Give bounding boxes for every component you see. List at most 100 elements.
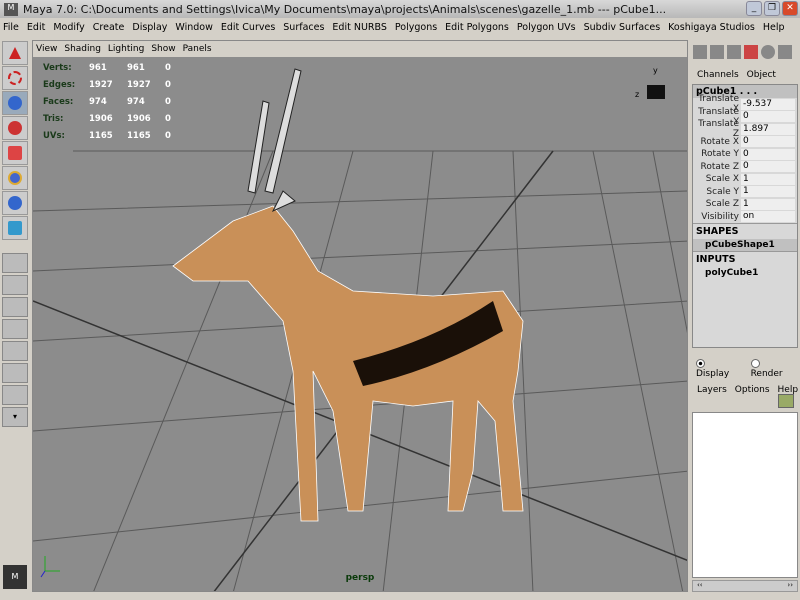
paint-select-tool-icon[interactable] [2, 91, 28, 115]
menu-help[interactable]: Help [763, 22, 785, 33]
stat-value: 0 [165, 79, 171, 90]
last-tool-icon[interactable] [2, 216, 28, 240]
menu-file[interactable]: File [3, 22, 19, 33]
channel-value[interactable]: 0 [741, 136, 795, 148]
menu-polygons[interactable]: Polygons [395, 22, 437, 33]
layout-graph-icon[interactable] [2, 341, 28, 361]
layout-outliner-icon[interactable] [2, 319, 28, 339]
stat-value: 974 [127, 96, 145, 107]
channel-name: Scale Z [705, 199, 739, 210]
stat-row-uvs: UVs: 1165 1165 0 [43, 127, 203, 144]
menu-modify[interactable]: Modify [53, 22, 84, 33]
channel-value[interactable]: 0 [741, 161, 795, 173]
minimize-button[interactable]: _ [746, 1, 762, 16]
channel-value[interactable]: 1 [741, 186, 795, 198]
channel-scale-z[interactable]: Scale Z1 [693, 198, 797, 211]
options-menu[interactable]: Options [735, 385, 770, 395]
channel-name: Scale X [705, 174, 739, 185]
attribute-editor-icon[interactable] [744, 45, 758, 59]
horizontal-scrollbar[interactable]: ‹‹ ›› [692, 580, 798, 592]
channel-box-icon[interactable] [693, 45, 707, 59]
select-tool-icon[interactable] [2, 41, 28, 65]
channel-value[interactable]: on [741, 211, 795, 223]
menu-edit-nurbs[interactable]: Edit NURBS [332, 22, 386, 33]
channel-value[interactable]: 0 [741, 111, 795, 123]
stat-value: 974 [89, 96, 107, 107]
input-node[interactable]: polyCube1 [693, 267, 797, 279]
stat-row-tris: Tris: 1906 1906 0 [43, 110, 203, 127]
menu-edit-polygons[interactable]: Edit Polygons [445, 22, 509, 33]
restore-button[interactable]: ❐ [764, 1, 780, 16]
menu-edit[interactable]: Edit [27, 22, 45, 33]
channel-value[interactable]: 1 [741, 198, 795, 210]
poly-count-hud: Verts: 961 961 0 Edges: 1927 1927 0 Faces: 974 9… [43, 59, 203, 144]
scale-tool-icon[interactable] [2, 166, 28, 190]
panel-menu-lighting[interactable]: Lighting [108, 44, 144, 54]
stat-value: 1927 [89, 79, 113, 90]
menu-create[interactable]: Create [93, 22, 125, 33]
channel-toolbar [690, 40, 800, 64]
stat-label: Tris: [43, 113, 64, 124]
stat-value: 1906 [127, 113, 151, 124]
menu-window[interactable]: Window [175, 22, 212, 33]
shape-node[interactable]: pCubeShape1 [693, 239, 797, 251]
menu-edit-curves[interactable]: Edit Curves [221, 22, 275, 33]
layout-hypershade-icon[interactable] [2, 363, 28, 383]
tool-settings-icon[interactable] [761, 45, 775, 59]
channel-rotate-x[interactable]: Rotate X0 [693, 136, 797, 149]
layout-single-view-icon[interactable] [2, 275, 28, 295]
display-radio[interactable]: Display [696, 359, 741, 379]
stat-label: Verts: [43, 62, 72, 73]
display-radio-label: Display [696, 369, 730, 379]
menu-subdiv-surfaces[interactable]: Subdiv Surfaces [584, 22, 661, 33]
layout-four-view-icon[interactable] [2, 253, 28, 273]
toolbox: ▾ [0, 40, 30, 480]
menu-display[interactable]: Display [132, 22, 167, 33]
main-menu-bar: File Edit Modify Create Display Window E… [0, 18, 800, 37]
rotate-tool-icon[interactable] [2, 141, 28, 165]
panel-menu-view[interactable]: View [36, 44, 57, 54]
panel-menu-show[interactable]: Show [151, 44, 175, 54]
channel-rotate-y[interactable]: Rotate Y0 [693, 148, 797, 161]
channels-menu[interactable]: Channels [697, 70, 739, 80]
panel-menu-shading[interactable]: Shading [64, 44, 101, 54]
arrow-icon[interactable] [778, 45, 792, 59]
channel-name: Rotate Z [700, 161, 740, 172]
channel-value[interactable]: -9.537 [741, 98, 795, 110]
layout-dropdown-icon[interactable]: ▾ [2, 407, 28, 427]
view-cube-compass: yz [635, 66, 665, 99]
close-button[interactable]: ✕ [782, 1, 798, 16]
channel-value[interactable]: 1 [741, 173, 795, 185]
stat-value: 961 [89, 62, 107, 73]
channel-layer-icon[interactable] [727, 45, 741, 59]
layer-editor-icon[interactable] [710, 45, 724, 59]
object-menu[interactable]: Object [747, 70, 776, 80]
perspective-viewport[interactable]: yz View Shading Lighting Show Panels Ver… [32, 40, 688, 592]
channel-scale-x[interactable]: Scale X1 [693, 173, 797, 186]
menu-polygon-uvs[interactable]: Polygon UVs [517, 22, 576, 33]
inputs-header: INPUTS [693, 251, 797, 267]
stat-label: Faces: [43, 96, 74, 107]
svg-text:z: z [635, 90, 639, 99]
render-radio[interactable]: Render [750, 359, 794, 379]
menu-koshigaya-studios[interactable]: Koshigaya Studios [668, 22, 755, 33]
new-layer-icon[interactable] [778, 394, 794, 408]
layout-persp-icon[interactable] [2, 385, 28, 405]
channel-rotate-z[interactable]: Rotate Z0 [693, 161, 797, 174]
lasso-tool-icon[interactable] [2, 66, 28, 90]
channel-scale-y[interactable]: Scale Y1 [693, 186, 797, 199]
channel-value[interactable]: 0 [741, 148, 795, 160]
move-tool-icon[interactable] [2, 116, 28, 140]
channel-visibility[interactable]: Visibility on [693, 211, 797, 224]
channel-box: pCube1 . . . Translate X -9.537 Translate… [692, 84, 798, 348]
stat-value: 0 [165, 130, 171, 141]
menu-surfaces[interactable]: Surfaces [283, 22, 324, 33]
layers-menu[interactable]: Layers [697, 385, 727, 395]
channel-translate-z[interactable]: Translate Z 1.897 [693, 119, 797, 139]
layer-list[interactable] [692, 412, 798, 578]
channel-value[interactable]: 1.897 [741, 123, 795, 135]
layout-two-view-icon[interactable] [2, 297, 28, 317]
right-panel: Channels Object pCube1 . . . Translate X-… [690, 40, 800, 592]
panel-menu-panels[interactable]: Panels [183, 44, 212, 54]
manipulator-tool-icon[interactable] [2, 191, 28, 215]
